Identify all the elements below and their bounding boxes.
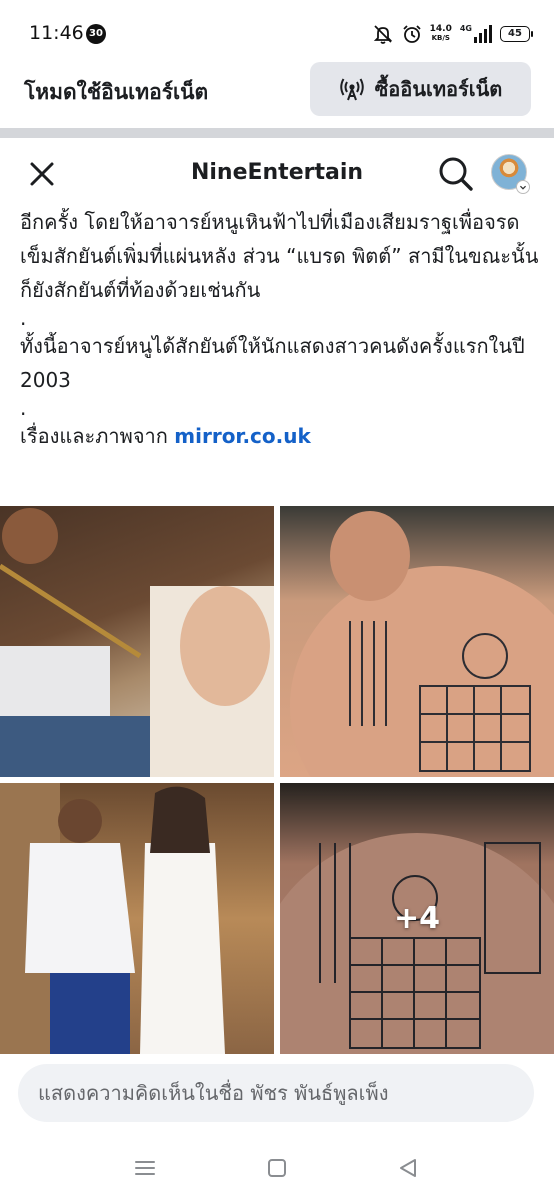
post-source: เรื่องและภาพจาก mirror.co.uk [20,419,540,453]
post-header: NineEntertain [0,138,554,208]
system-nav-bar [0,1140,554,1200]
post-body: อีกครั้ง โดยให้อาจารย์หนูเหินฟ้าไปที่เมื… [20,205,540,453]
silent-bell-icon [373,25,392,44]
search-icon[interactable] [436,154,476,194]
network-speed: 14.0 KB/S [430,25,452,43]
network-type: 4G [459,24,472,33]
notification-count-badge: 30 [86,24,106,44]
source-prefix: เรื่องและภาพจาก [20,424,175,448]
photo-2-illustration [290,511,554,777]
post-paragraph-1: อีกครั้ง โดยให้อาจารย์หนูเหินฟ้าไปที่เมื… [20,210,539,302]
photo-grid: +4 [0,506,554,1054]
antenna-icon [339,78,364,101]
buy-internet-button[interactable]: ซื้ออินเทอร์เน็ต [310,62,531,116]
alarm-icon [403,25,421,43]
network-speed-value: 14.0 [429,24,452,34]
comment-input[interactable] [18,1064,534,1122]
post-paragraph-2: ทั้งนี้อาจารย์หนูได้สักยันต์ให้นักแสดงสา… [20,334,525,392]
post-separator-1: . [20,306,27,330]
post-photo-1[interactable] [0,506,274,777]
battery-indicator: 45 [500,26,533,42]
photo-1-illustration [0,508,274,777]
post-separator-2: . [20,396,27,420]
photo-3-illustration [0,783,225,1054]
back-icon[interactable] [396,1156,420,1180]
post-photo-4[interactable]: +4 [280,783,554,1054]
network-speed-unit: KB/S [431,34,450,42]
home-icon[interactable] [265,1156,289,1180]
chevron-down-icon[interactable] [516,180,530,194]
post-photo-3[interactable] [0,783,274,1054]
more-photos-overlay[interactable]: +4 [280,783,554,1054]
buy-internet-label: ซื้ออินเทอร์เน็ต [374,77,503,101]
post-photo-2[interactable] [280,506,554,777]
source-link[interactable]: mirror.co.uk [174,424,311,448]
recent-apps-icon[interactable] [133,1156,157,1180]
status-time: 11:46 [29,22,84,44]
status-icons: 14.0 KB/S 4G 45 [372,22,533,46]
section-divider [0,128,554,138]
internet-mode-label: โหมดใช้อินเทอร์เน็ต [24,80,209,104]
close-icon[interactable] [24,156,60,192]
signal-group: 4G [460,25,492,43]
internet-mode-bar: โหมดใช้อินเทอร์เน็ต ซื้ออินเทอร์เน็ต [0,56,554,128]
comment-bar [0,1054,554,1140]
signal-icon [474,25,492,43]
